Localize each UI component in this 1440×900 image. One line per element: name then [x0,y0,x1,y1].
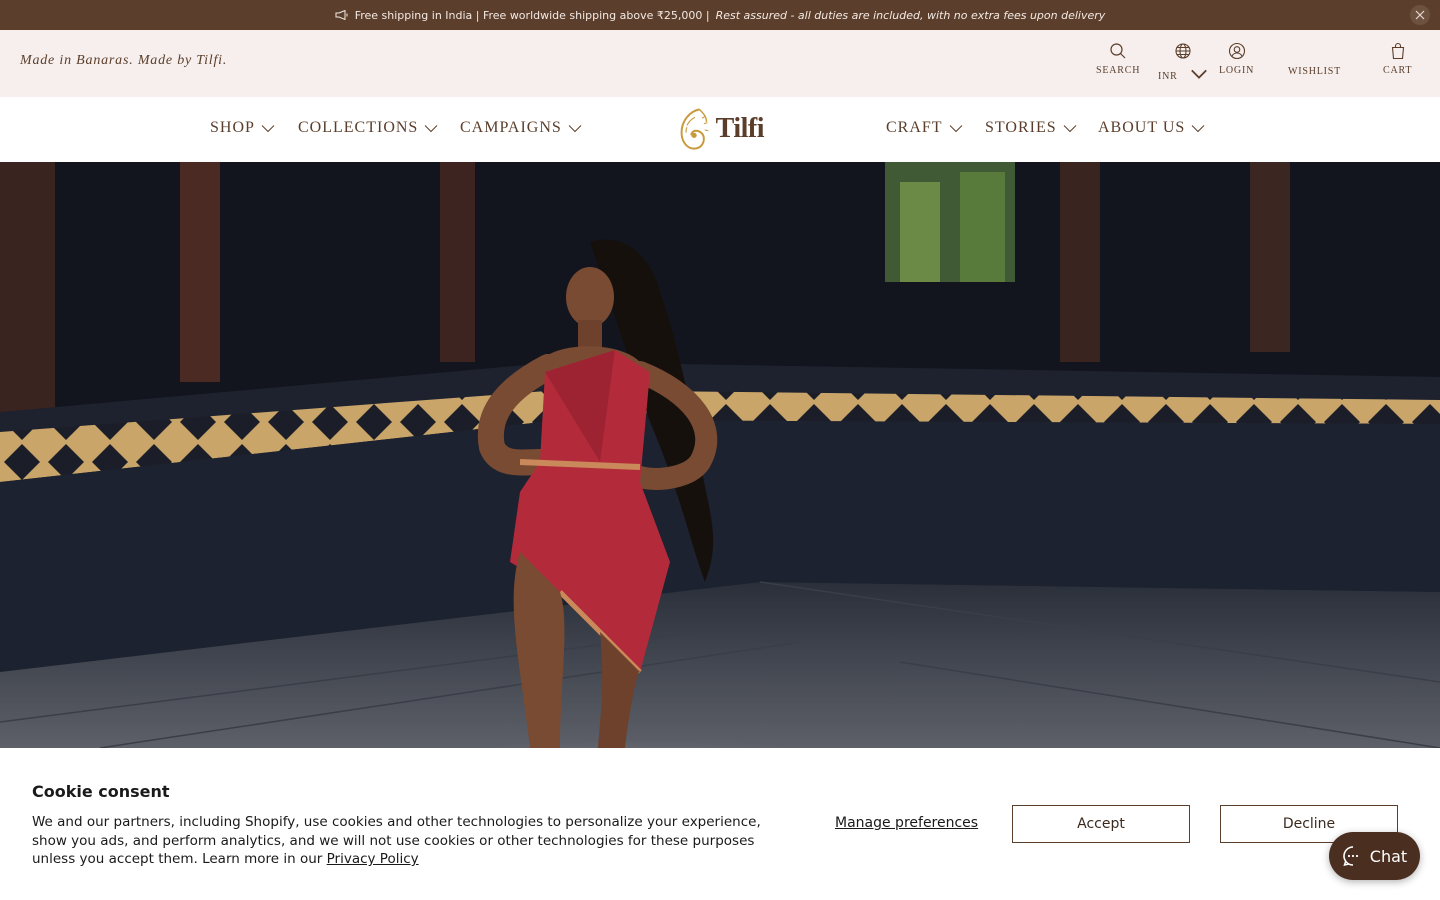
nav-stories-label: STORIES [985,119,1057,136]
globe-icon [1175,43,1191,59]
nav-shop[interactable]: SHOP [210,119,275,137]
chat-bubble-icon [1343,846,1358,867]
nav-collections-label: COLLECTIONS [298,119,419,136]
nav-campaigns-label: CAMPAIGNS [460,119,562,136]
nav-craft[interactable]: CRAFT [886,119,963,137]
cart-label: CART [1383,65,1413,76]
chat-label: Chat [1369,846,1408,866]
privacy-policy-link[interactable]: Privacy Policy [327,851,419,867]
nav-shop-label: SHOP [210,119,255,136]
cookie-body: We and our partners, including Shopify, … [32,813,772,869]
announcement-text: Free shipping in India | Free worldwide … [354,8,710,22]
chevron-down-icon [1191,124,1205,132]
nav-stories[interactable]: STORIES [985,119,1077,137]
cart-button[interactable]: CART [1383,42,1412,76]
hero-image [0,162,1440,748]
cookie-title: Cookie consent [32,782,170,801]
megaphone-icon [335,10,348,20]
currency-selector[interactable]: INR [1158,42,1208,88]
tilfi-logo[interactable]: Tilfi [678,103,765,155]
chat-button[interactable]: Chat [1329,832,1420,880]
announcement-bar: Free shipping in India | Free worldwide … [0,0,1440,30]
nav-about-us-label: ABOUT US [1098,119,1186,136]
wishlist-label: WISHLIST [1288,66,1342,77]
shopping-bag-icon [1391,42,1404,60]
login-button[interactable]: LOGIN [1219,42,1254,76]
login-label: LOGIN [1219,65,1255,76]
main-navigation: SHOP COLLECTIONS CAMPAIGNS Tilfi CRAFT S… [0,97,1440,162]
chevron-down-icon [261,124,275,132]
chevron-down-icon [1063,124,1076,132]
nav-craft-label: CRAFT [886,119,943,136]
paisley-logo-icon [680,108,709,150]
nav-campaigns[interactable]: CAMPAIGNS [460,119,582,137]
search-label: SEARCH [1096,65,1141,76]
announcement-close-button[interactable] [1410,5,1430,25]
user-icon [1228,42,1245,60]
hero-banner[interactable] [0,162,1440,748]
announcement-italic-text: Rest assured - all duties are included, … [715,8,1106,22]
chevron-down-icon [568,124,582,132]
currency-label: INR [1158,71,1178,82]
accept-button[interactable]: Accept [1012,805,1190,843]
logo-text: Tilfi [715,113,765,144]
nav-collections[interactable]: COLLECTIONS [298,119,438,137]
chevron-down-icon [1190,69,1207,79]
chevron-down-icon [424,124,438,132]
cookie-consent-banner: Cookie consent We and our partners, incl… [0,748,1440,900]
wishlist-button[interactable]: WISHLIST [1288,66,1341,77]
close-icon [1415,10,1425,20]
utility-bar: Made in Banaras. Made by Tilfi. SEARCH I… [0,30,1440,97]
search-icon [1110,43,1126,59]
manage-preferences-link[interactable]: Manage preferences [835,815,978,831]
chevron-down-icon [949,124,962,132]
nav-about-us[interactable]: ABOUT US [1098,119,1205,137]
search-button[interactable]: SEARCH [1096,42,1140,76]
tagline: Made in Banaras. Made by Tilfi. [20,53,228,68]
